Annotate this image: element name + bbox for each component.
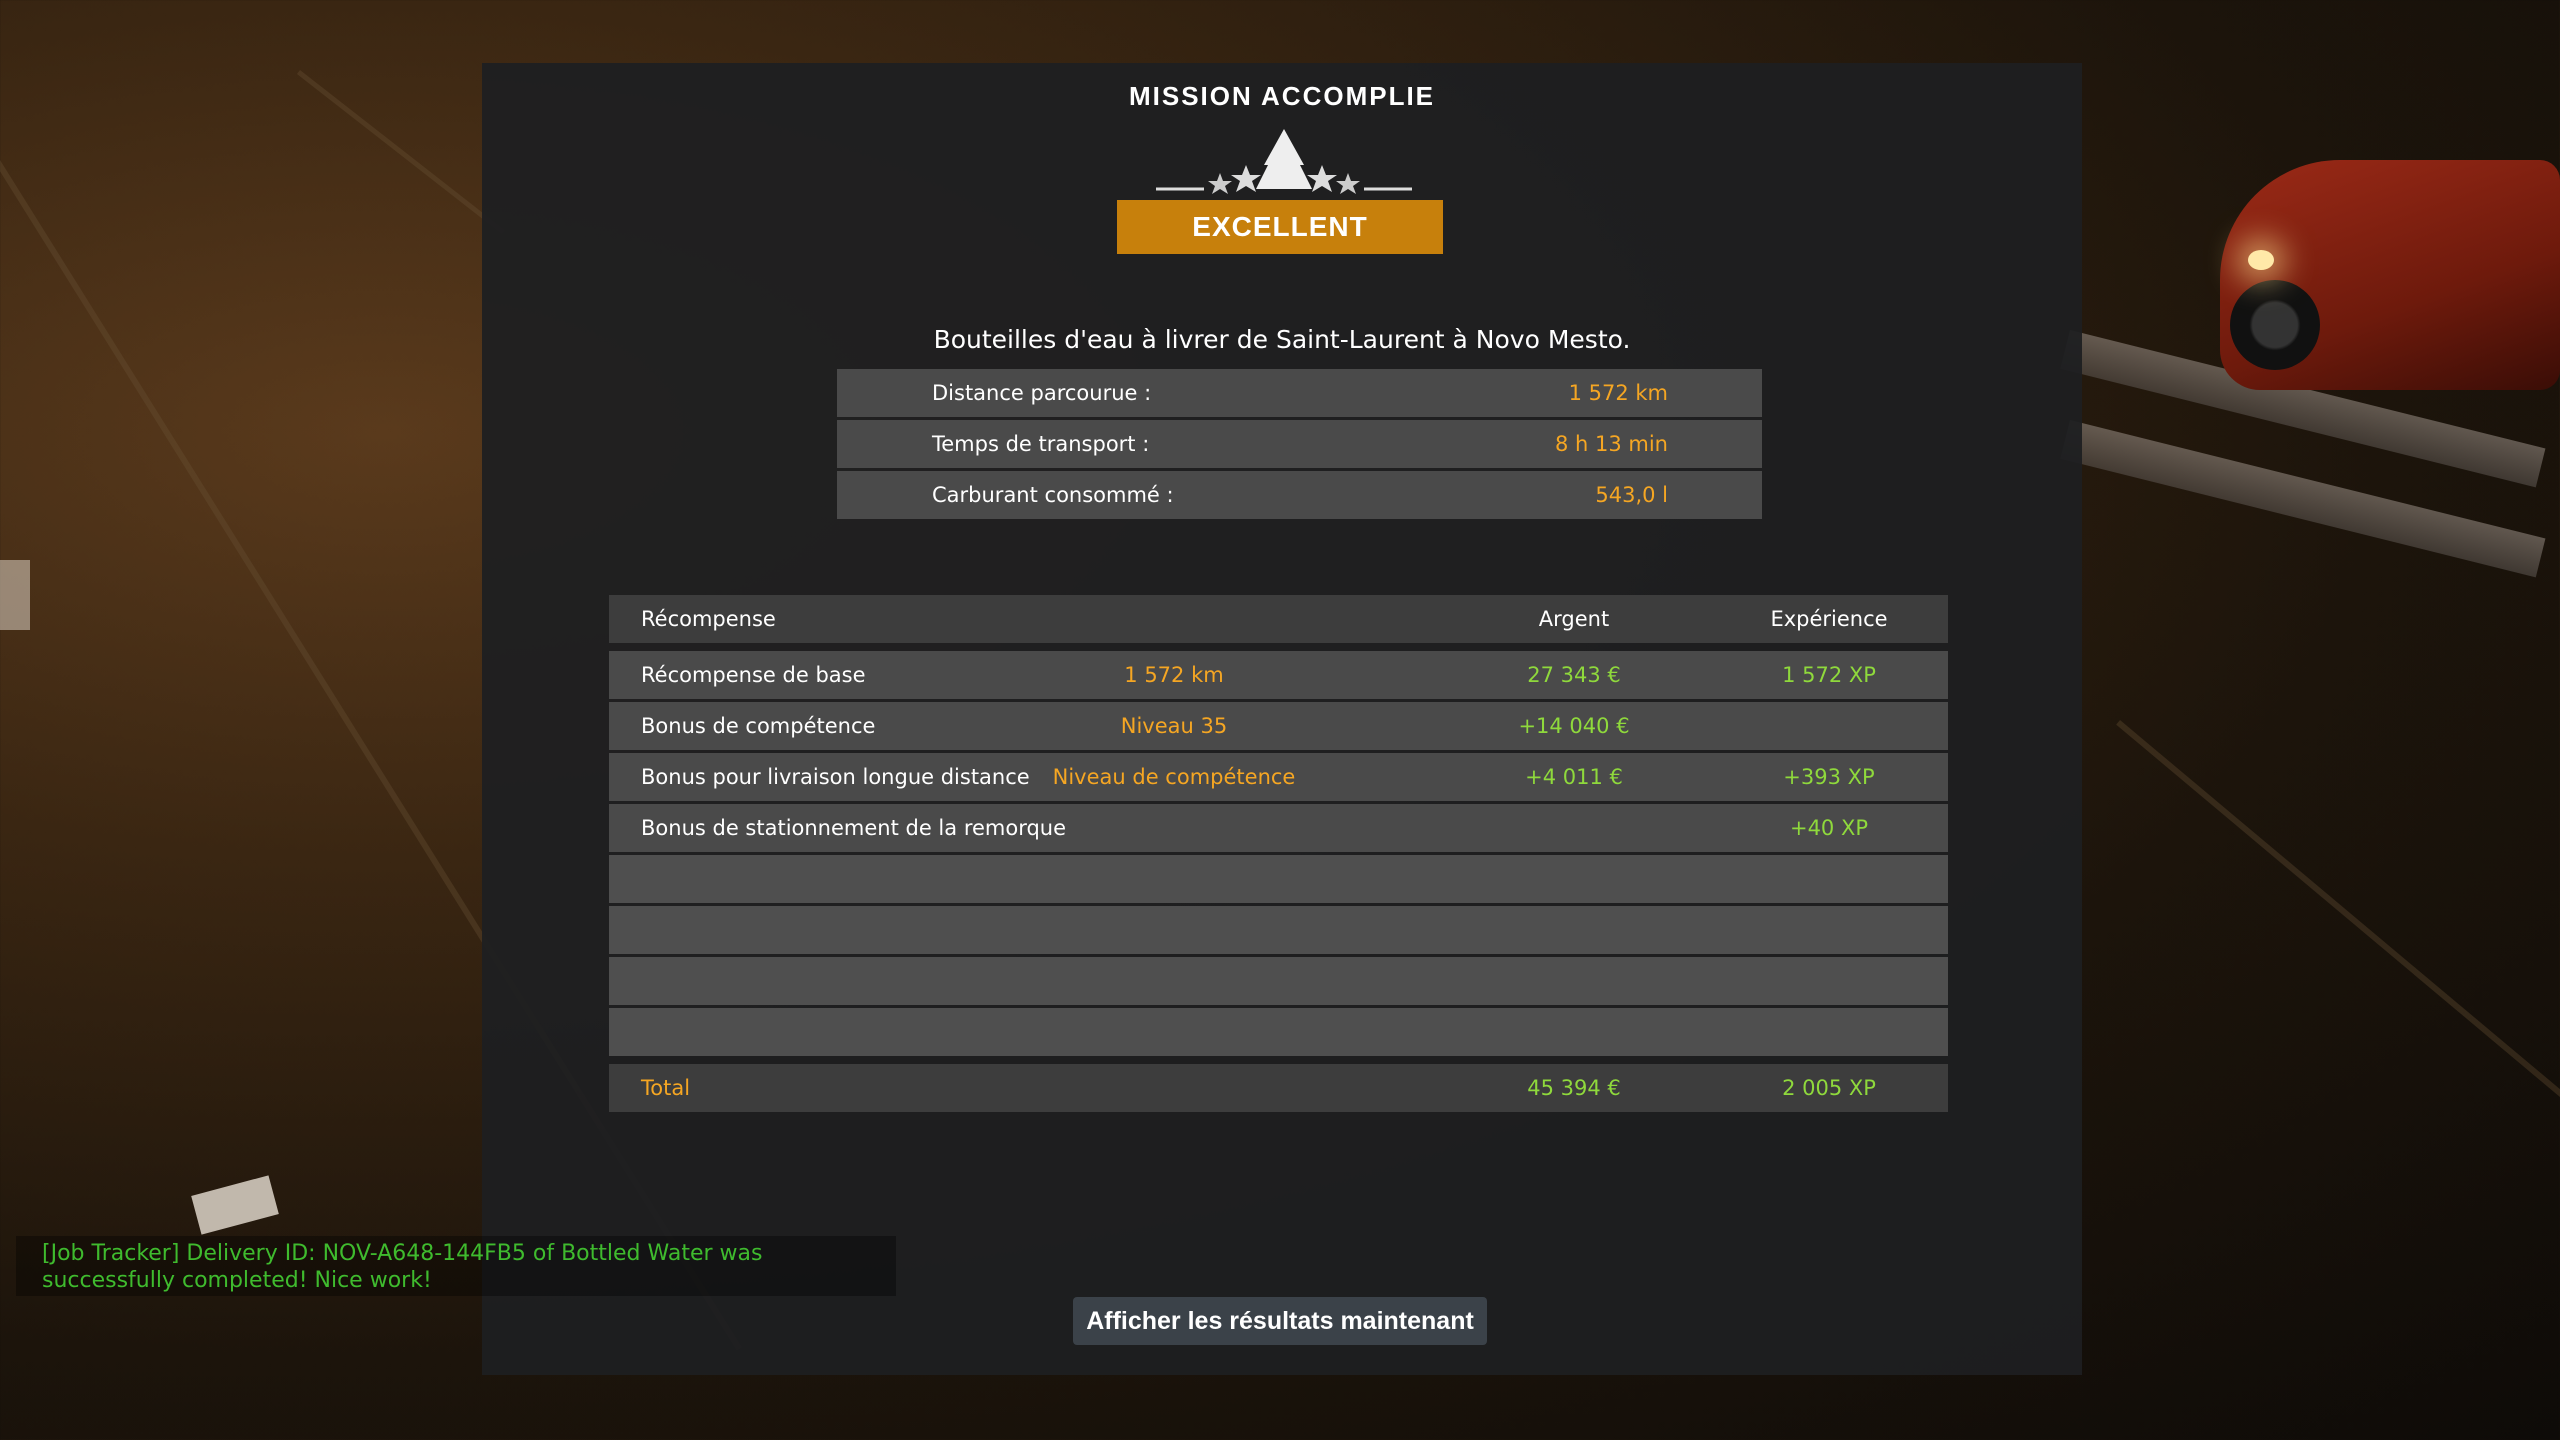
stat-value: 543,0 l [1595,483,1668,507]
reward-xp: 1 572 XP [1782,663,1876,687]
header-xp: Expérience [1770,607,1888,631]
stat-label: Distance parcourue : [932,381,1152,405]
reward-name: Récompense de base [641,663,866,687]
delivery-description: Bouteilles d'eau à livrer de Saint-Laure… [933,325,1631,354]
stat-value: 1 572 km [1568,381,1668,405]
reward-name: Bonus pour livraison longue distance [641,765,1030,789]
table-row: Bonus de compétence Niveau 35 +14 040 € [609,702,1948,750]
stat-row-time: Temps de transport : 8 h 13 min [837,420,1762,468]
stat-label: Carburant consommé : [932,483,1174,507]
table-row: Récompense de base 1 572 km 27 343 € 1 5… [609,651,1948,699]
reward-money: +14 040 € [1518,714,1630,738]
reward-name: Bonus de stationnement de la remorque [641,816,1067,840]
header-money: Argent [1538,607,1610,631]
mission-results-panel: MISSION ACCOMPLIE EXCELLENT Bouteilles d… [482,63,2082,1375]
reward-name: Bonus de compétence [641,714,876,738]
stat-label: Temps de transport : [932,432,1150,456]
reward-detail: 1 572 km [1124,663,1224,687]
reward-xp: +40 XP [1789,816,1869,840]
show-results-button[interactable]: Afficher les résultats maintenant [1073,1297,1487,1345]
rewards-header: Récompense Argent Expérience [609,595,1948,643]
empty-row [609,855,1948,903]
reward-money: +4 011 € [1525,765,1623,789]
empty-row [609,906,1948,954]
stat-row-fuel: Carburant consommé : 543,0 l [837,471,1762,519]
reward-detail: Niveau 35 [1120,714,1228,738]
rewards-table: Récompense Argent Expérience Récompense … [609,595,1948,1115]
total-row: Total 45 394 € 2 005 XP [609,1064,1948,1112]
empty-row [609,1008,1948,1056]
job-tracker-message: [Job Tracker] Delivery ID: NOV-A648-144F… [16,1236,896,1296]
rating-emblem-icon [1156,129,1412,194]
stat-value: 8 h 13 min [1554,432,1668,456]
reward-money: 27 343 € [1527,663,1621,687]
total-label: Total [641,1076,691,1100]
reward-xp: +393 XP [1783,765,1875,789]
stats-table: Distance parcourue : 1 572 km Temps de t… [837,369,1762,522]
panel-title: MISSION ACCOMPLIE [1128,81,1436,111]
rating-badge: EXCELLENT [1117,200,1443,254]
table-row: Bonus pour livraison longue distance Niv… [609,753,1948,837]
total-xp: 2 005 XP [1782,1076,1876,1100]
stat-row-distance: Distance parcourue : 1 572 km [837,369,1762,417]
total-money: 45 394 € [1527,1076,1621,1100]
table-row: Bonus de stationnement de la remorque +4… [609,804,1948,852]
empty-row [609,957,1948,1005]
header-reward: Récompense [641,607,776,631]
